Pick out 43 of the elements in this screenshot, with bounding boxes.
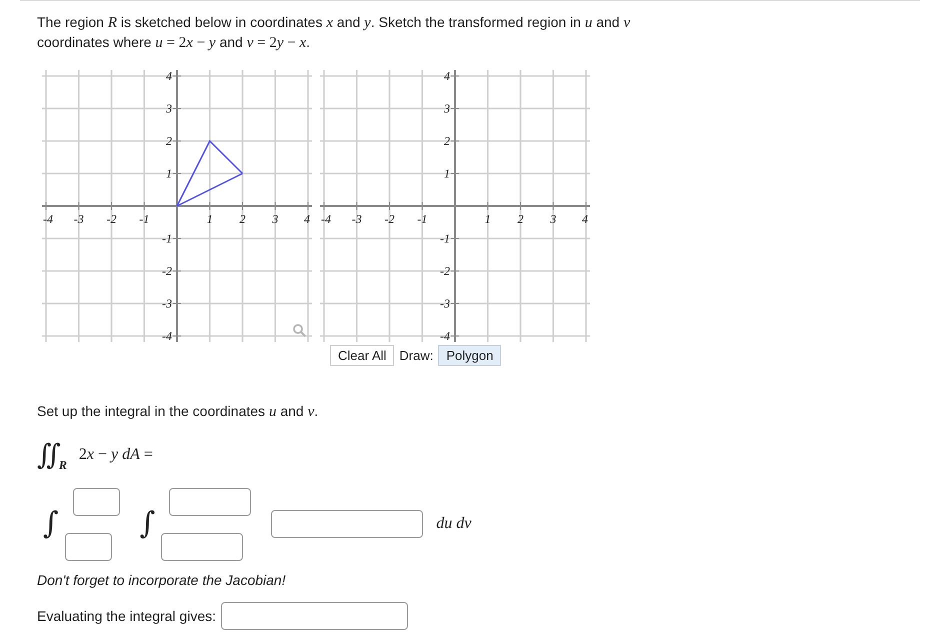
tick-label: -2 [440, 264, 450, 278]
tick-label: -1 [440, 232, 450, 246]
tick-label: -3 [74, 212, 84, 226]
tick-label: -2 [106, 212, 116, 226]
result-label: Evaluating the integral gives: [37, 608, 216, 624]
tick-label: -4 [162, 329, 172, 343]
double-integral-sign: ∬ [37, 441, 61, 469]
draw-label: Draw: [399, 348, 434, 363]
tick-label: -2 [162, 264, 172, 278]
tick-label: 2 [240, 212, 246, 226]
tick-label: -1 [162, 232, 172, 246]
tick-label: -4 [440, 329, 450, 343]
tick-label: 1 [444, 166, 450, 180]
tick-label: 1 [484, 212, 491, 226]
integrand-expression: 2x − y dA = [78, 446, 153, 464]
region-subscript: R [58, 458, 67, 473]
tick-label: 2 [444, 134, 450, 148]
tick-label: 4 [304, 212, 310, 226]
tick-label: -4 [43, 212, 53, 226]
tick-label: 2 [518, 212, 524, 226]
tick-label: -2 [384, 212, 394, 226]
integral-sign: ∫ [140, 509, 156, 539]
tick-label: 4 [582, 212, 588, 226]
tick-label: 4 [444, 69, 450, 83]
tick-label: 2 [166, 134, 172, 148]
tick-label: -1 [417, 212, 428, 226]
tick-label: -4 [321, 212, 331, 226]
tick-label: -3 [440, 296, 450, 310]
tick-label: 3 [272, 212, 278, 226]
differential-text: du dv [436, 515, 472, 533]
tick-label: 3 [444, 102, 450, 116]
tick-label: 3 [550, 212, 556, 226]
tick-label: 3 [166, 102, 172, 116]
tick-label: -1 [139, 212, 150, 226]
tick-label: 4 [166, 69, 172, 83]
tick-label: -3 [162, 296, 172, 310]
tick-label: 1 [206, 212, 213, 226]
tick-label: -3 [352, 212, 362, 226]
problem-text: The region R is sketched below in coordinates x and y. Sketch the transformed region in u and v coordinates where u = 2x − y and v = 2y − x. [37, 13, 632, 53]
tick-label: 1 [166, 166, 172, 180]
integral-sign: ∫ [43, 509, 59, 539]
prompt-text: Set up the integral in the coordinates u and v. [37, 402, 320, 422]
jacobian-note: Don't forget to incorporate the Jacobian! [37, 571, 287, 590]
